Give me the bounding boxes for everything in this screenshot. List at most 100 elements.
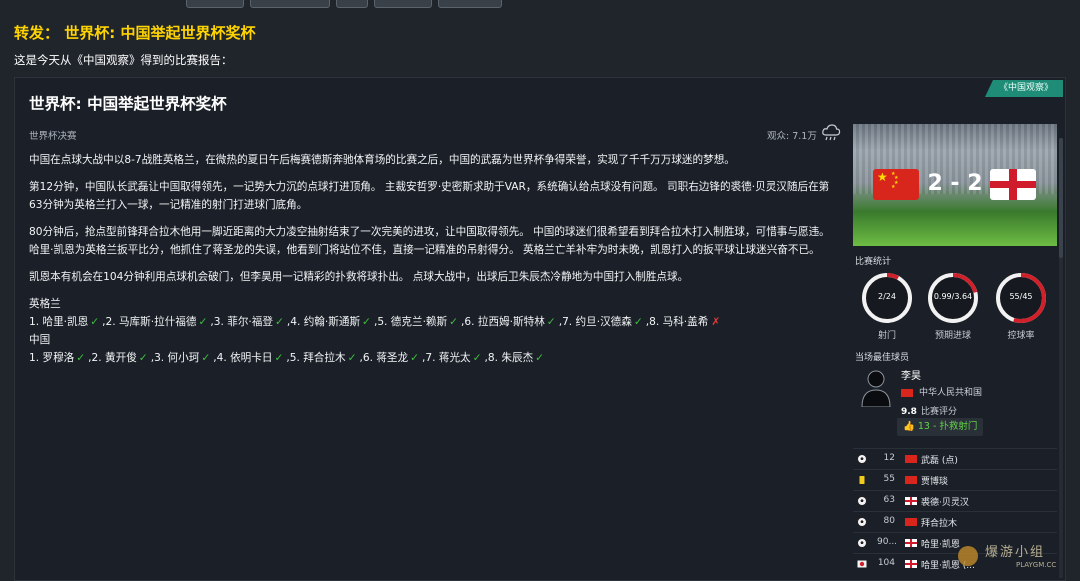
report-paragraph: 中国在点球大战中以8-7战胜英格兰，在微热的夏日午后梅赛德斯奔驰体育场的比赛之后… xyxy=(29,154,735,166)
tab-5[interactable] xyxy=(438,0,502,8)
scored-check-icon: ✓ xyxy=(76,352,86,364)
tab-news[interactable] xyxy=(186,0,244,8)
china-flag-icon xyxy=(905,518,917,526)
avatar xyxy=(861,370,891,407)
penalty-taker: 3. 菲尔·福登 xyxy=(213,316,273,328)
report-body: 中国在点球大战中以8-7战胜英格兰，在微热的夏日午后梅赛德斯奔驰体育场的比赛之后… xyxy=(29,151,839,367)
nation-label: 中华人民共和国 xyxy=(919,388,983,398)
penalty-taker: 2. 黄开俊 xyxy=(91,352,137,364)
rating-value: 9.8 xyxy=(901,407,917,417)
penalty-taker: 4. 约翰·斯通斯 xyxy=(290,316,361,328)
match-event-row[interactable]: 80 拜合拉木 xyxy=(853,511,1057,532)
scrollbar[interactable] xyxy=(1059,138,1063,578)
lineup-row: 1. 哈里·凯恩 ✓ ,2. 马库斯·拉什福德 ✓ ,3. 菲尔·福登 ✓ ,4. 约翰·斯… xyxy=(29,313,839,331)
stat-ring: 2/24 射门 xyxy=(857,271,917,341)
message-intro: 这是今天从《中国观察》得到的比赛报告： xyxy=(14,53,233,67)
penalty-taker: 8. 马科·盖希 xyxy=(649,316,709,328)
missed-cross-icon: ✗ xyxy=(711,316,721,328)
report-paragraph: 80分钟后，抢点型前锋拜合拉木他用一脚近距离的大力凌空抽射结束了一次完美的进攻，… xyxy=(29,226,830,256)
england-flag-icon xyxy=(990,169,1036,200)
stat-ring: 0.99/3.64 预期进球 xyxy=(923,271,983,341)
lineup-team-name: 英格兰 xyxy=(29,298,61,310)
penalty-taker: 6. 蒋圣龙 xyxy=(362,352,409,364)
tab-4[interactable] xyxy=(374,0,432,8)
china-flag-icon xyxy=(901,388,913,397)
scored-check-icon: ✓ xyxy=(274,316,284,328)
rain-cloud-icon xyxy=(822,124,841,141)
england-flag-icon xyxy=(905,560,917,568)
china-flag-icon xyxy=(905,476,917,484)
stat-label: 射门 xyxy=(877,331,896,341)
match-event-row[interactable]: 12 武磊 (点) xyxy=(853,448,1057,469)
penalty-taker: 1. 哈里·凯恩 xyxy=(29,316,89,328)
penalty-taker: 1. 罗穆洛 xyxy=(29,352,75,364)
event-minute: 90... xyxy=(877,537,898,547)
stat-value: 55/45 xyxy=(1009,292,1033,301)
best-player-box[interactable]: 李昊 中华人民共和国 9.8 比赛评分 👍 13 - 扑救射门 xyxy=(853,361,1057,441)
report-paragraph: 凯恩本有机会在104分钟利用点球机会破门，但李昊用一记精彩的扑救将球扑出。 点球… xyxy=(29,271,689,283)
match-score-image: ★ ★ ★ ★ ★ 2 - 2 xyxy=(853,124,1057,246)
penalty-taker: 7. 蒋光太 xyxy=(425,352,471,364)
event-minute: 80 xyxy=(883,516,895,526)
watermark-url: PLAYGM.CC xyxy=(1016,561,1057,569)
tab-3[interactable] xyxy=(336,0,368,8)
scored-check-icon: ✓ xyxy=(274,352,284,364)
source-badge[interactable]: 《中国观察》 xyxy=(984,80,1063,97)
china-flag-icon: ★ ★ ★ ★ ★ xyxy=(873,169,919,200)
stat-label: 控球率 xyxy=(1007,331,1035,341)
top-tabs xyxy=(186,0,502,8)
scored-check-icon: ✓ xyxy=(633,316,643,328)
stat-ring: 55/45 控球率 xyxy=(991,271,1051,341)
tab-2[interactable] xyxy=(250,0,330,8)
report-paragraph: 第12分钟，中国队长武磊让中国取得领先，一记势大力沉的点球打进顶角。 主裁安哲罗… xyxy=(29,181,830,211)
penalty-taker: 2. 马库斯·拉什福德 xyxy=(105,316,197,328)
report-title: 世界杯: 中国举起世界杯奖杯 xyxy=(29,95,227,113)
attendance-label: 观众: 7.1万 xyxy=(767,131,817,142)
penalty-taker: 5. 德克兰·赖斯 xyxy=(377,316,448,328)
penalty-taker: 8. 朱辰杰 xyxy=(487,352,534,364)
event-minute: 12 xyxy=(883,453,895,463)
event-player-name: 哈里·凯恩 xyxy=(921,540,960,550)
match-report-card: 《中国观察》 世界杯: 中国举起世界杯奖杯 世界杯决赛 观众: 7.1万 中国在… xyxy=(14,77,1066,581)
scored-check-icon: ✓ xyxy=(90,316,100,328)
event-minute: 63 xyxy=(883,495,895,505)
event-minute: 104 xyxy=(877,558,895,568)
key-moment-label: 13 - 扑救射门 xyxy=(917,421,978,432)
watermark-logo xyxy=(958,546,978,566)
stat-value: 0.99/3.64 xyxy=(933,292,973,301)
penalty-taker: 4. 依明卡日 xyxy=(216,352,273,364)
event-minute: 55 xyxy=(883,474,895,484)
stats-title: 比赛统计 xyxy=(855,257,892,267)
player-name: 李昊 xyxy=(901,371,921,382)
penalty-taker: 3. 何小珂 xyxy=(154,352,200,364)
event-player-name: 裘德·贝灵汉 xyxy=(921,498,969,508)
player-rating: 9.8 比赛评分 xyxy=(901,404,957,417)
scored-check-icon: ✓ xyxy=(410,352,419,364)
penalty-lineups: 英格兰 1. 哈里·凯恩 ✓ ,2. 马库斯·拉什福德 ✓ ,3. 菲尔·福登 ✓ ,4. 约… xyxy=(29,295,839,367)
stat-label: 预期进球 xyxy=(934,331,971,341)
scored-check-icon: ✓ xyxy=(535,352,545,364)
match-event-row[interactable]: 55 贾博琰 xyxy=(853,469,1057,490)
watermark: 爆游小组 xyxy=(985,545,1046,560)
scroll-thumb[interactable] xyxy=(1059,138,1063,258)
scored-check-icon: ✓ xyxy=(546,316,556,328)
scored-check-icon: ✓ xyxy=(449,316,459,328)
match-score: 2 - 2 xyxy=(927,171,983,196)
message-headline: 转发： 世界杯: 中国举起世界杯奖杯 xyxy=(14,24,256,42)
event-player-name: 拜合拉木 xyxy=(921,519,958,529)
scored-check-icon: ✓ xyxy=(138,352,148,364)
lineup-team-name: 中国 xyxy=(29,334,51,346)
event-player-name: 武磊 (点) xyxy=(921,456,958,466)
thumbs-up-icon: 👍 xyxy=(903,421,918,432)
player-nation: 中华人民共和国 xyxy=(901,385,982,398)
penalty-taker: 7. 约旦·汉德森 xyxy=(562,316,632,328)
china-flag-icon xyxy=(905,455,917,463)
scored-check-icon: ✓ xyxy=(198,316,208,328)
key-moment-badge: 👍 13 - 扑救射门 xyxy=(897,418,984,436)
scored-check-icon: ✓ xyxy=(201,352,211,364)
rating-label: 比赛评分 xyxy=(920,407,957,417)
penalty-taker: 5. 拜合拉木 xyxy=(289,352,346,364)
scored-check-icon: ✓ xyxy=(347,352,357,364)
competition-label: 世界杯决赛 xyxy=(29,131,77,142)
match-event-row[interactable]: 63 裘德·贝灵汉 xyxy=(853,490,1057,511)
